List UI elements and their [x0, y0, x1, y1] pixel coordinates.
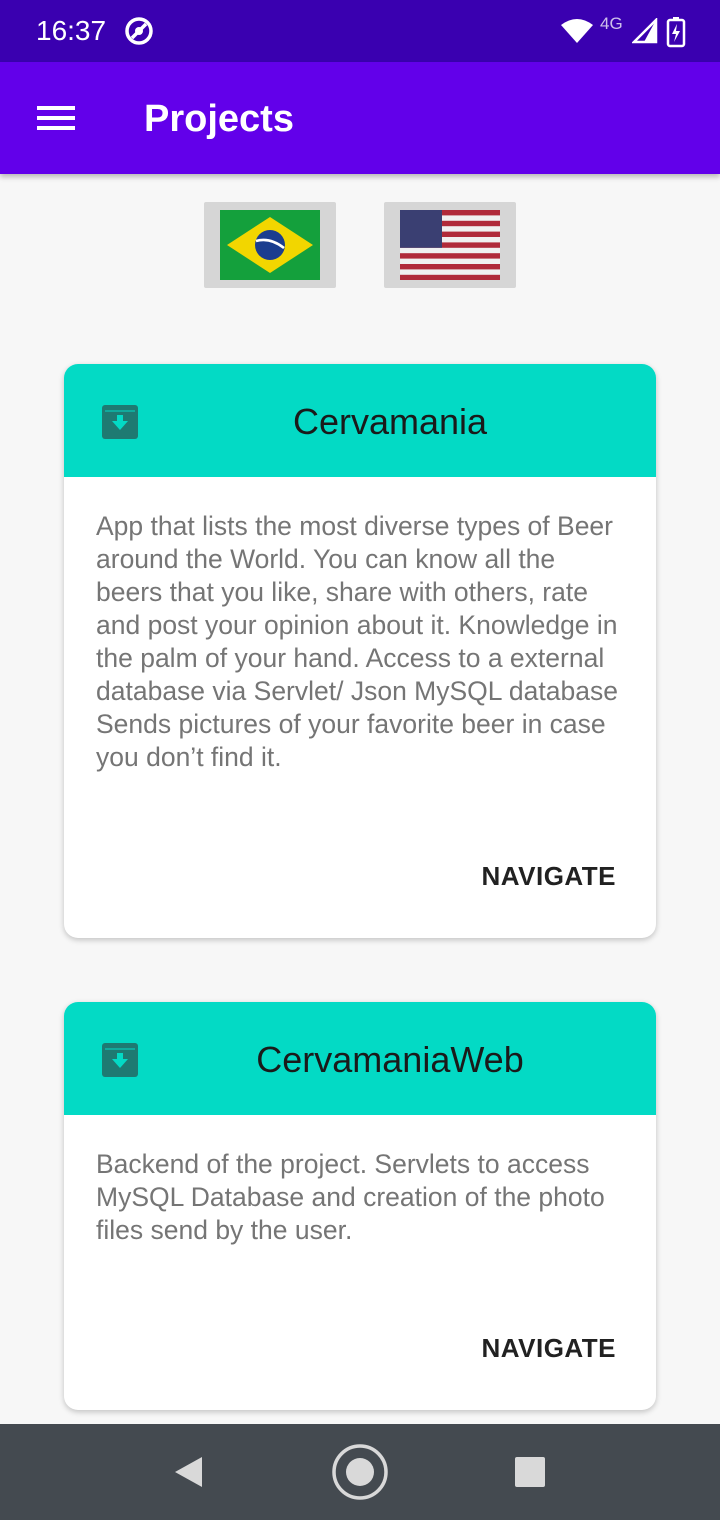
project-card: CervamaniaWeb Backend of the project. Se… [64, 1002, 656, 1410]
app-bar: Projects [0, 62, 720, 174]
cell-signal-icon [632, 18, 658, 44]
system-nav-bar [0, 1424, 720, 1520]
usa-flag-icon [400, 210, 500, 280]
card-header: Cervamania [64, 364, 656, 477]
navigate-button[interactable]: NAVIGATE [482, 1332, 616, 1364]
page-title: Projects [144, 98, 294, 140]
back-icon[interactable] [170, 1454, 206, 1490]
brazil-flag-icon [220, 210, 320, 280]
card-description: App that lists the most diverse types of… [96, 511, 618, 772]
wifi-icon [561, 19, 593, 43]
home-icon[interactable] [330, 1442, 390, 1502]
card-title: Cervamania [292, 401, 488, 442]
project-card: Cervamania App that lists the most diver… [64, 364, 656, 938]
card-header: CervamaniaWeb [64, 1002, 656, 1115]
card-title: CervamaniaWeb [256, 1039, 524, 1080]
brazil-flag-button[interactable] [204, 202, 336, 288]
hamburger-menu-icon [37, 106, 75, 130]
do-not-disturb-icon [125, 17, 153, 45]
navigate-button[interactable]: NAVIGATE [482, 860, 616, 892]
recents-icon[interactable] [514, 1456, 546, 1488]
usa-flag-button[interactable] [384, 202, 516, 288]
menu-button[interactable] [30, 98, 82, 138]
battery-charging-icon [666, 17, 686, 48]
network-type: 4G [600, 14, 623, 33]
status-bar: 16:37 4G [0, 0, 720, 62]
card-description: Backend of the project. Servlets to acce… [96, 1149, 605, 1245]
status-time: 16:37 [36, 15, 107, 46]
